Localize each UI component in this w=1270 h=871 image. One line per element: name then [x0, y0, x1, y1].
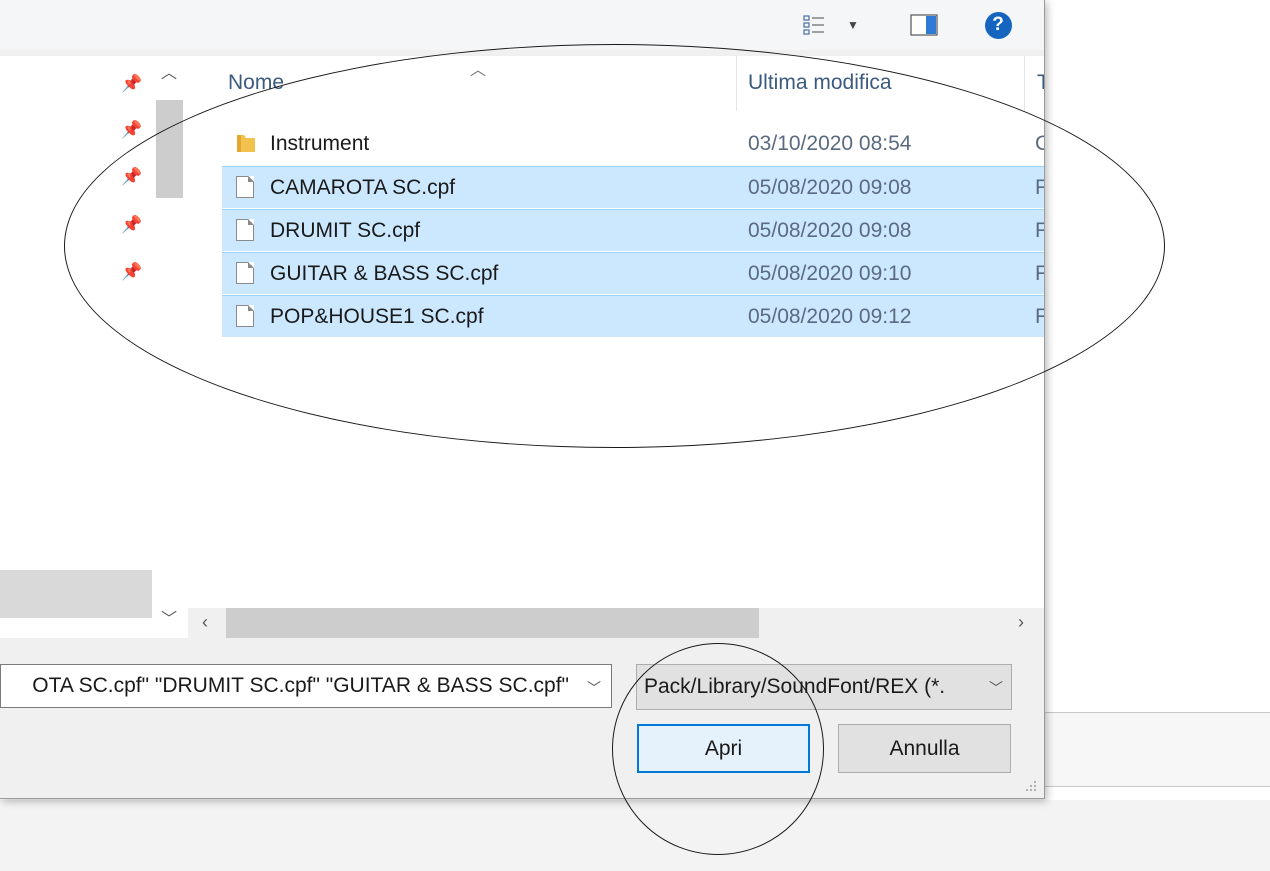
file-type-select[interactable]: Pack/Library/SoundFont/REX (*. ﹀ [636, 664, 1012, 710]
file-modified: 05/08/2020 09:08 [748, 219, 912, 242]
folder-icon [236, 132, 256, 156]
help-button[interactable]: ? [978, 9, 1018, 41]
file-type-value: Pack/Library/SoundFont/REX (*. [644, 675, 946, 698]
file-modified: 05/08/2020 09:08 [748, 176, 912, 199]
resize-grip-icon[interactable] [1018, 778, 1038, 796]
help-icon: ? [984, 11, 1012, 39]
nav-scrollbar-thumb[interactable] [156, 100, 183, 198]
open-button[interactable]: Apri [637, 724, 810, 773]
file-row-instrument[interactable]: Instrument 03/10/2020 08:54 C [222, 123, 1044, 165]
file-name: POP&HOUSE1 SC.cpf [270, 305, 484, 328]
chevron-down-icon[interactable]: ﹀ [989, 678, 1003, 698]
cancel-button[interactable]: Annulla [838, 724, 1011, 773]
dialog-toolbar: ▼ ? [0, 0, 1044, 50]
file-row-pop-house[interactable]: POP&HOUSE1 SC.cpf 05/08/2020 09:12 F [222, 295, 1044, 337]
pin-icon: 📌 [121, 262, 143, 281]
file-row-drumit[interactable]: DRUMIT SC.cpf 05/08/2020 09:08 F [222, 209, 1044, 251]
scroll-up-icon[interactable]: ︿ [161, 66, 177, 82]
file-type: F [1035, 262, 1044, 285]
chevron-down-icon[interactable]: ﹀ [587, 678, 601, 698]
nav-scrollbar[interactable]: ︿ ﹀ [152, 56, 188, 638]
file-name: GUITAR & BASS SC.cpf [270, 262, 499, 285]
column-header-name[interactable]: Nome [228, 71, 284, 95]
preview-pane-icon [910, 14, 938, 36]
file-modified: 03/10/2020 08:54 [748, 132, 912, 155]
sort-ascending-icon: ︿ [470, 62, 487, 79]
file-name: CAMAROTA SC.cpf [270, 176, 456, 199]
pin-icon: 📌 [121, 167, 143, 186]
horizontal-scrollbar[interactable]: ‹ › [188, 608, 1044, 638]
scroll-left-icon[interactable]: ‹ [202, 613, 208, 631]
file-type: C [1035, 132, 1044, 155]
change-view-button[interactable]: ▼ [796, 9, 866, 41]
file-name: Instrument [270, 132, 370, 155]
navigation-pane[interactable]: 📌 📌 📌 📌 📌 [0, 56, 152, 638]
column-divider[interactable] [1024, 56, 1025, 111]
open-file-dialog: ▼ ? 📌 📌 📌 📌 📌 ︿ ﹀ ︿ Nome Ultima modifica… [0, 0, 1045, 799]
file-icon [236, 262, 256, 286]
column-divider[interactable] [736, 56, 737, 111]
file-modified: 05/08/2020 09:10 [748, 262, 912, 285]
file-type: F [1035, 219, 1044, 242]
pin-icon: 📌 [121, 74, 143, 93]
details-view-icon [803, 15, 825, 35]
column-header-type[interactable]: T [1037, 71, 1044, 95]
file-type: F [1035, 305, 1044, 328]
pin-icon: 📌 [121, 215, 143, 234]
file-row-camarota[interactable]: CAMAROTA SC.cpf 05/08/2020 09:08 F [222, 166, 1044, 208]
file-type: F [1035, 176, 1044, 199]
dropdown-triangle-icon[interactable]: ▼ [847, 18, 859, 32]
file-name: DRUMIT SC.cpf [270, 219, 421, 242]
preview-pane-button[interactable] [903, 9, 945, 41]
file-list[interactable]: ︿ Nome Ultima modifica T Instrument 03/1… [188, 56, 1044, 608]
file-name-combobox[interactable]: OTA SC.cpf" "DRUMIT SC.cpf" "GUITAR & BA… [0, 664, 612, 708]
file-icon [236, 219, 256, 243]
column-header-modified[interactable]: Ultima modifica [748, 71, 892, 95]
nav-selected-item[interactable] [0, 570, 152, 618]
file-icon [236, 305, 256, 329]
background-footer [0, 800, 1270, 871]
pin-icon: 📌 [121, 120, 143, 139]
file-name-input[interactable]: OTA SC.cpf" "DRUMIT SC.cpf" "GUITAR & BA… [32, 674, 569, 698]
scroll-down-icon[interactable]: ﹀ [161, 612, 177, 628]
file-icon [236, 176, 256, 200]
scroll-right-icon[interactable]: › [1018, 613, 1024, 631]
file-row-guitar-bass[interactable]: GUITAR & BASS SC.cpf 05/08/2020 09:10 F [222, 252, 1044, 294]
background-panel [1045, 712, 1270, 787]
horizontal-scrollbar-thumb[interactable] [226, 608, 759, 638]
file-modified: 05/08/2020 09:12 [748, 305, 912, 328]
